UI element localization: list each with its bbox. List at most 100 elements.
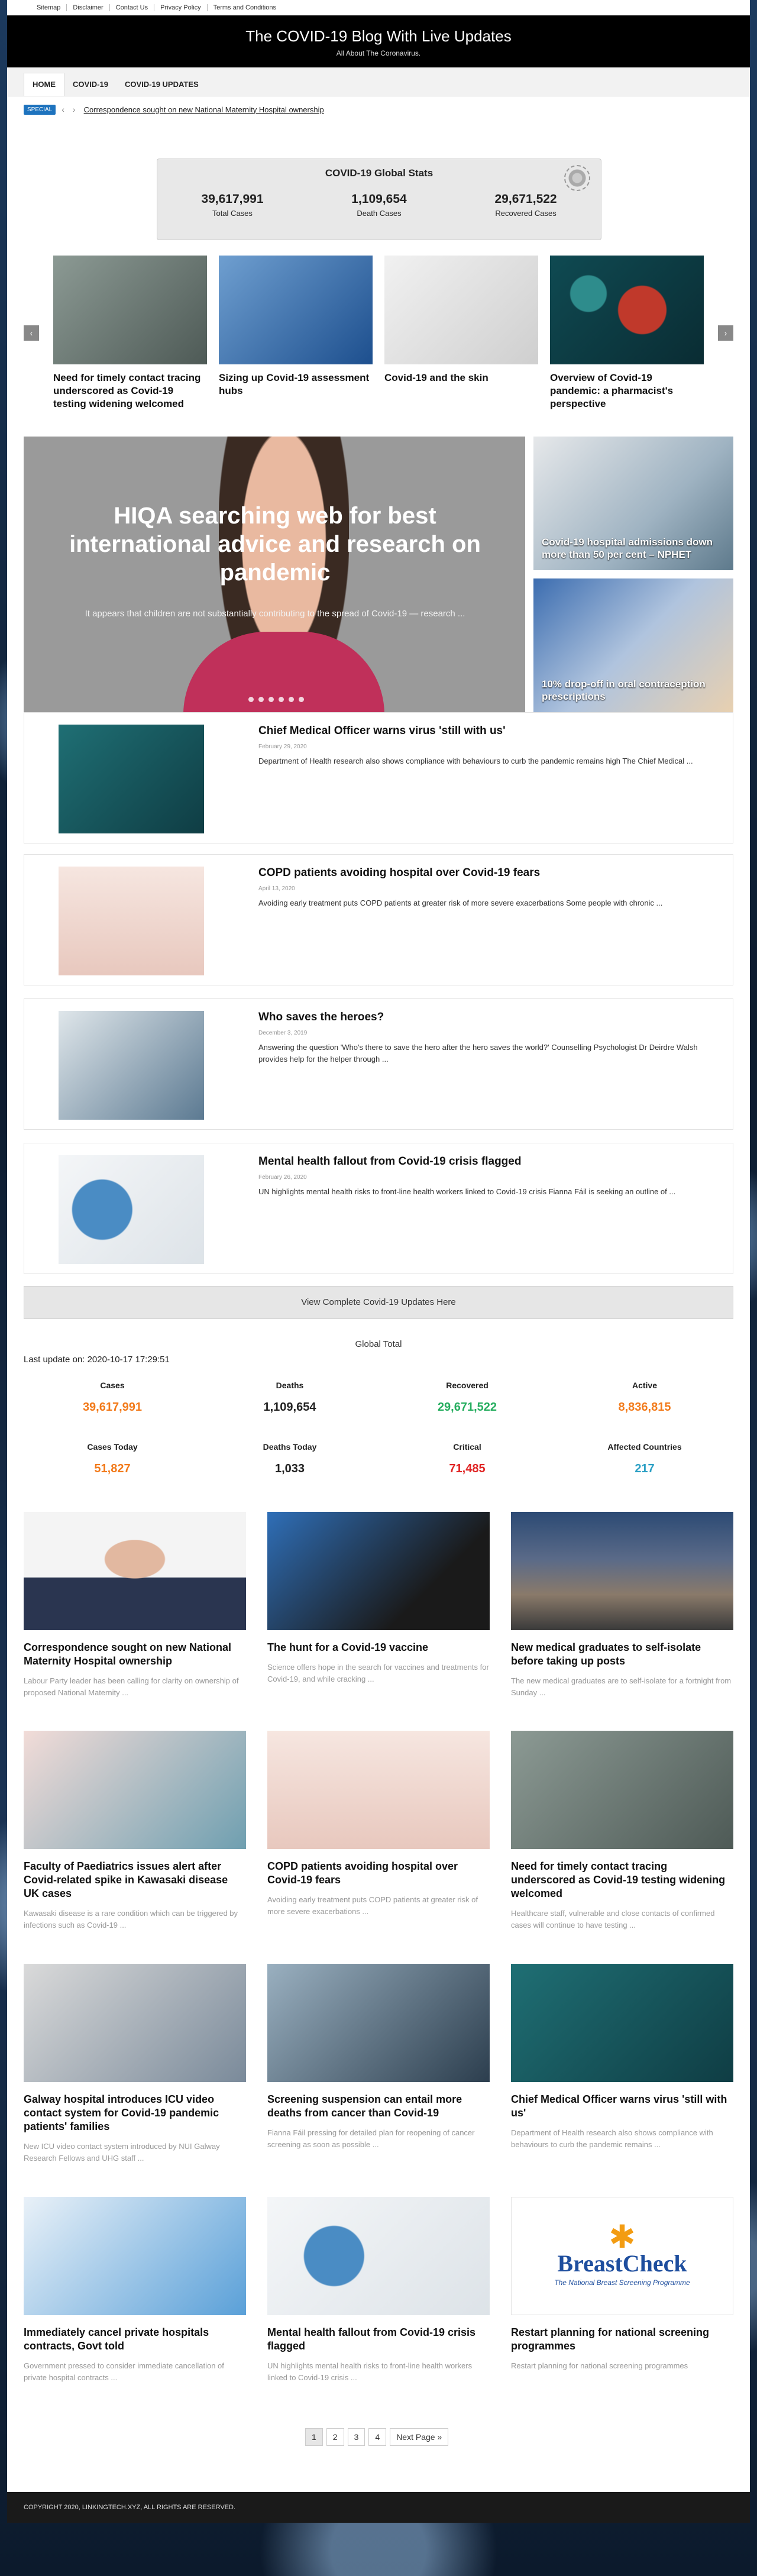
carousel-item[interactable]: Need for timely contact tracing undersco… <box>53 256 207 411</box>
nav-item-home[interactable]: HOME <box>24 73 64 96</box>
article-title[interactable]: The hunt for a Covid-19 vaccine <box>267 1641 490 1654</box>
side-feature-title[interactable]: Covid-19 hospital admissions down more t… <box>542 536 725 561</box>
slider-dot[interactable] <box>268 697 274 702</box>
article-excerpt: UN highlights mental health risks to fro… <box>267 2361 473 2382</box>
article-card: The hunt for a Covid-19 vaccine Science … <box>267 1512 490 1685</box>
carousel-image[interactable] <box>219 256 373 364</box>
top-link-contact[interactable]: Contact Us <box>110 4 155 11</box>
carousel-item-title[interactable]: Covid-19 and the skin <box>384 371 538 384</box>
side-feature-title[interactable]: 10% drop-off in oral contraception presc… <box>542 678 725 703</box>
post-date: April 13, 2020 <box>258 885 295 892</box>
article-title[interactable]: Mental health fallout from Covid-19 cris… <box>267 2326 490 2353</box>
post-excerpt: UN highlights mental health risks to fro… <box>258 1187 676 1196</box>
carousel-image[interactable] <box>384 256 538 364</box>
article-title[interactable]: Restart planning for national screening … <box>511 2326 733 2353</box>
post-image[interactable] <box>59 1011 204 1120</box>
article-image[interactable]: ✱ BreastCheck The National Breast Screen… <box>511 2197 733 2315</box>
article-image[interactable] <box>511 1731 733 1849</box>
article-title[interactable]: Screening suspension can entail more dea… <box>267 2093 490 2120</box>
carousel-item-title[interactable]: Overview of Covid-19 pandemic: a pharmac… <box>550 371 704 411</box>
carousel-image[interactable] <box>53 256 207 364</box>
top-link-disclaimer[interactable]: Disclaimer <box>67 4 110 11</box>
article-title[interactable]: Correspondence sought on new National Ma… <box>24 1641 246 1668</box>
carousel-item[interactable]: Sizing up Covid-19 assessment hubs <box>219 256 373 397</box>
post-title[interactable]: Chief Medical Officer warns virus 'still… <box>258 725 506 738</box>
hero-slider[interactable]: HIQA searching web for best internationa… <box>24 437 525 712</box>
article-image[interactable] <box>511 1512 733 1630</box>
next-page-link[interactable]: Next Page » <box>390 2428 449 2446</box>
carousel-item-title[interactable]: Need for timely contact tracing undersco… <box>53 371 207 411</box>
article-title[interactable]: New medical graduates to self-isolate be… <box>511 1641 733 1668</box>
article-image[interactable] <box>267 1964 490 2082</box>
article-title[interactable]: Chief Medical Officer warns virus 'still… <box>511 2093 733 2120</box>
side-feature[interactable]: 10% drop-off in oral contraception presc… <box>533 578 733 712</box>
total-value: 71,485 <box>449 1462 486 1475</box>
post-image[interactable] <box>59 1155 204 1264</box>
post-date: December 3, 2019 <box>258 1030 308 1036</box>
view-all-updates-button[interactable]: View Complete Covid-19 Updates Here <box>24 1286 733 1319</box>
slider-dot[interactable] <box>279 697 284 702</box>
article-card: Mental health fallout from Covid-19 cris… <box>267 2197 490 2384</box>
page-link-2[interactable]: 2 <box>326 2428 344 2446</box>
total-active: Active 8,836,815 <box>556 1381 733 1414</box>
stat-label: Recovered Cases <box>495 209 557 218</box>
site-tagline: All About The Coronavirus. <box>336 49 421 57</box>
article-image[interactable] <box>24 2197 246 2315</box>
nav-item-covid19-updates[interactable]: COVID-19 UPDATES <box>117 73 207 96</box>
ticker-prev-icon[interactable]: ‹ <box>62 105 64 114</box>
global-stats-box: COVID-19 Global Stats 39,617,991 Total C… <box>157 159 601 240</box>
top-link-privacy[interactable]: Privacy Policy <box>154 4 208 11</box>
article-image[interactable] <box>267 1512 490 1630</box>
post-title[interactable]: COPD patients avoiding hospital over Cov… <box>258 867 540 880</box>
carousel-prev-icon[interactable]: ‹ <box>24 325 39 341</box>
total-cases: Cases 39,617,991 <box>24 1381 201 1414</box>
article-image[interactable] <box>24 1731 246 1849</box>
article-title[interactable]: Galway hospital introduces ICU video con… <box>24 2093 246 2134</box>
article-card: COPD patients avoiding hospital over Cov… <box>267 1731 490 1918</box>
article-title[interactable]: Faculty of Paediatrics issues alert afte… <box>24 1860 246 1901</box>
slider-dot[interactable] <box>299 697 304 702</box>
carousel-image[interactable] <box>550 256 704 364</box>
article-image[interactable] <box>24 1964 246 2082</box>
post-image[interactable] <box>59 867 204 975</box>
post-image[interactable] <box>59 725 204 833</box>
post-title[interactable]: Who saves the heroes? <box>258 1011 384 1024</box>
carousel-next-icon[interactable]: › <box>718 325 733 341</box>
article-title[interactable]: COPD patients avoiding hospital over Cov… <box>267 1860 490 1887</box>
slider-dot[interactable] <box>289 697 294 702</box>
article-card: Need for timely contact tracing undersco… <box>511 1731 733 1931</box>
article-title[interactable]: Immediately cancel private hospitals con… <box>24 2326 246 2353</box>
article-title[interactable]: Need for timely contact tracing undersco… <box>511 1860 733 1901</box>
slider-dot[interactable] <box>258 697 264 702</box>
ticker-headline-link[interactable]: Correspondence sought on new National Ma… <box>84 105 324 114</box>
post-excerpt: Answering the question 'Who's there to s… <box>258 1043 698 1064</box>
stat-value: 1,109,654 <box>351 192 407 206</box>
site-header: The COVID-19 Blog With Live Updates All … <box>7 15 750 67</box>
breastcheck-logo-tagline: The National Breast Screening Programme <box>554 2278 690 2287</box>
slider-dot[interactable] <box>248 697 254 702</box>
carousel-item-title[interactable]: Sizing up Covid-19 assessment hubs <box>219 371 373 397</box>
stat-label: Death Cases <box>357 209 402 218</box>
post-title[interactable]: Mental health fallout from Covid-19 cris… <box>258 1155 521 1168</box>
article-image[interactable] <box>511 1964 733 2082</box>
list-post: COPD patients avoiding hospital over Cov… <box>24 854 733 985</box>
total-label: Affected Countries <box>607 1442 682 1452</box>
page-link-4[interactable]: 4 <box>368 2428 387 2446</box>
top-link-terms[interactable]: Terms and Conditions <box>208 4 282 11</box>
carousel-item[interactable]: Overview of Covid-19 pandemic: a pharmac… <box>550 256 704 411</box>
ticker-next-icon[interactable]: › <box>73 105 76 114</box>
article-card: Galway hospital introduces ICU video con… <box>24 1964 246 2164</box>
total-affected-countries: Affected Countries 217 <box>556 1442 733 1476</box>
article-image[interactable] <box>267 2197 490 2315</box>
top-link-sitemap[interactable]: Sitemap <box>31 4 67 11</box>
article-image[interactable] <box>267 1731 490 1849</box>
article-excerpt: Labour Party leader has been calling for… <box>24 1676 239 1697</box>
article-image[interactable] <box>24 1512 246 1630</box>
carousel-item[interactable]: Covid-19 and the skin <box>384 256 538 384</box>
page-link-3[interactable]: 3 <box>347 2428 365 2446</box>
nav-item-covid19[interactable]: COVID-19 <box>64 73 117 96</box>
side-feature[interactable]: Covid-19 hospital admissions down more t… <box>533 437 733 570</box>
hero-title[interactable]: HIQA searching web for best internationa… <box>59 502 491 587</box>
page-link-1[interactable]: 1 <box>305 2428 323 2446</box>
site-title[interactable]: The COVID-19 Blog With Live Updates <box>7 15 750 46</box>
